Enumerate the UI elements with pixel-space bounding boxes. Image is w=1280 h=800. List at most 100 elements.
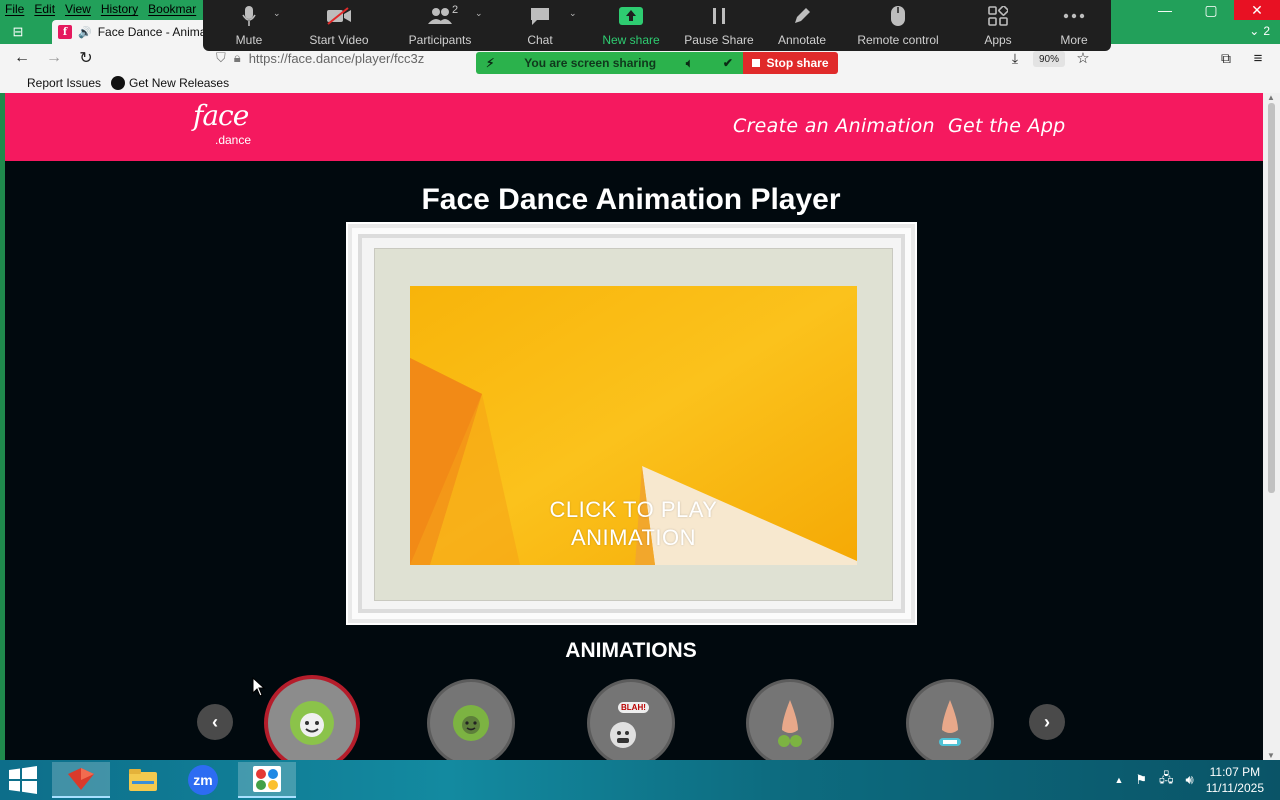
stop-share-button[interactable]: Stop share: [743, 52, 838, 74]
new-share-button[interactable]: New share: [601, 0, 661, 51]
click-to-play-overlay[interactable]: CLICK TO PLAY ANIMATION: [410, 496, 857, 552]
nav-create-animation[interactable]: Create an Animation: [733, 115, 935, 137]
zoom-level-badge[interactable]: 90%: [1033, 51, 1065, 67]
tab-list-icon[interactable]: ⊟: [8, 23, 28, 41]
menu-view[interactable]: View: [60, 0, 96, 19]
animation-thumb-1[interactable]: [264, 675, 360, 760]
zoom-meeting-toolbar: Mute ⌄ Start Video Participants 2 ⌄ Chat…: [203, 0, 1111, 51]
close-window-button[interactable]: ✕: [1234, 0, 1280, 20]
remote-control-button[interactable]: Remote control: [854, 0, 942, 51]
chevron-right-icon: ›: [1044, 711, 1050, 732]
forward-button[interactable]: →: [43, 48, 65, 68]
mouse-icon: [890, 5, 906, 27]
red-app-icon: [68, 768, 94, 790]
tab-face-dance[interactable]: f 🔊 Face Dance - Anima: [52, 20, 208, 44]
network-icon[interactable]: 🖧: [1159, 769, 1174, 791]
page-scrollbar[interactable]: ▲ ▼: [1263, 93, 1280, 760]
menu-edit[interactable]: Edit: [29, 0, 60, 19]
minimize-button[interactable]: —: [1142, 0, 1188, 20]
chat-icon: [529, 5, 551, 27]
blah-speech-bubble: BLAH!: [618, 702, 649, 713]
share-up-icon: [619, 5, 643, 27]
scroll-up-icon[interactable]: ▲: [1267, 93, 1275, 102]
tab-overflow-menu[interactable]: ⌄ 2: [1249, 24, 1270, 38]
face-dance-logo[interactable]: face .dance: [193, 101, 257, 149]
menu-file[interactable]: File: [0, 0, 29, 19]
paint-palette-icon: [253, 766, 281, 792]
github-icon: [111, 75, 126, 90]
zoom-app-icon: zm: [188, 765, 218, 795]
extensions-icon[interactable]: ⧉: [1215, 48, 1237, 68]
bookmark-star-icon[interactable]: ☆: [1072, 48, 1094, 68]
animation-thumb-3[interactable]: BLAH!: [587, 679, 675, 760]
action-center-flag-icon[interactable]: ⚑: [1135, 772, 1147, 788]
participants-caret-icon[interactable]: ⌄: [475, 8, 483, 19]
start-video-button[interactable]: Start Video: [304, 0, 374, 51]
nose-avocado-icon: [778, 700, 802, 747]
mute-button[interactable]: Mute: [229, 0, 269, 51]
url-bar[interactable]: ⛉ 🔒︎ https://face.dance/player/fcc3z: [216, 48, 476, 68]
maximize-button[interactable]: ▢: [1188, 0, 1234, 20]
menu-bookmarks[interactable]: Bookmar: [143, 0, 201, 19]
green-face-icon: [290, 701, 334, 745]
downloads-icon[interactable]: ⤓: [1004, 48, 1026, 68]
nav-get-the-app[interactable]: Get the App: [948, 115, 1066, 137]
chat-caret-icon[interactable]: ⌄: [569, 8, 577, 19]
volume-icon[interactable]: 🔊︎: [1186, 772, 1194, 788]
chat-button[interactable]: Chat: [520, 0, 560, 51]
zoom-bolt-icon: ⚡︎: [486, 56, 495, 70]
show-hidden-icons-icon[interactable]: ▲: [1114, 775, 1123, 785]
mute-options-caret-icon[interactable]: ⌄: [273, 8, 281, 19]
pause-share-button[interactable]: Pause Share: [684, 0, 754, 51]
scroll-down-icon[interactable]: ▼: [1267, 751, 1275, 760]
apps-button[interactable]: Apps: [981, 0, 1015, 51]
page-title: Face Dance Animation Player: [421, 183, 841, 216]
carousel-prev-button[interactable]: ‹: [197, 704, 233, 740]
animation-thumb-2[interactable]: [427, 679, 515, 760]
picture-frame: CLICK TO PLAY ANIMATION: [346, 222, 917, 625]
reload-button[interactable]: ↻: [75, 48, 97, 68]
animation-player[interactable]: CLICK TO PLAY ANIMATION: [410, 286, 857, 565]
url-text[interactable]: https://face.dance/player/fcc3z: [249, 51, 425, 66]
taskbar-paint-app[interactable]: [238, 762, 296, 798]
back-button[interactable]: ←: [11, 48, 33, 68]
sharing-status[interactable]: ⚡︎ You are screen sharing 🔈︎ ✔: [476, 52, 743, 74]
nose-mouth-icon: [939, 700, 961, 746]
site-header: face .dance Create an Animation Get the …: [5, 93, 1263, 161]
participants-icon: [427, 5, 453, 27]
participants-button[interactable]: Participants: [404, 0, 476, 51]
carousel-next-button[interactable]: ›: [1029, 704, 1065, 740]
menu-history[interactable]: History: [96, 0, 143, 19]
annotate-button[interactable]: Annotate: [774, 0, 830, 51]
menu-bar: File Edit View History Bookmar: [0, 0, 201, 19]
windows-start-icon[interactable]: [8, 766, 38, 794]
speaker-icon[interactable]: 🔊: [78, 26, 92, 39]
mouse-pointer-icon: [252, 677, 266, 697]
video-off-icon: [326, 5, 352, 27]
scroll-thumb[interactable]: [1268, 103, 1275, 493]
animation-thumb-5[interactable]: [906, 679, 994, 760]
folder-icon: [129, 769, 157, 791]
stop-icon: [752, 59, 761, 67]
bookmark-report-issues[interactable]: Report Issues: [27, 76, 101, 90]
system-clock[interactable]: 11:07 PM 11/11/2025: [1206, 764, 1264, 796]
screen-sharing-banner: ⚡︎ You are screen sharing 🔈︎ ✔ Stop shar…: [476, 52, 838, 74]
lock-icon[interactable]: 🔒︎: [234, 50, 241, 66]
shield-icon[interactable]: ⛉: [216, 50, 226, 66]
hamburger-menu-icon[interactable]: ≡: [1247, 48, 1269, 68]
animation-thumb-4[interactable]: [746, 679, 834, 760]
audio-share-icon: 🔈︎: [685, 55, 694, 70]
taskbar-zoom-app[interactable]: zm: [174, 762, 232, 798]
windows-taskbar: zm ▲ ⚑ 🖧 🔊︎ 11:07 PM 11/11/2025: [0, 760, 1280, 800]
tab-count: 2: [1263, 24, 1270, 38]
bookmark-get-new-releases[interactable]: Get New Releases: [111, 75, 229, 90]
green-face-icon: [453, 705, 489, 741]
more-button[interactable]: More: [1057, 0, 1091, 51]
taskbar-explorer-app[interactable]: [52, 762, 110, 798]
sharing-message: You are screen sharing: [524, 56, 657, 70]
grey-face-icon: [610, 722, 636, 748]
web-page: face .dance Create an Animation Get the …: [5, 93, 1263, 760]
apps-icon: [988, 5, 1008, 27]
chevron-down-icon: ⌄: [1249, 24, 1260, 38]
taskbar-file-manager-app[interactable]: [114, 762, 172, 798]
